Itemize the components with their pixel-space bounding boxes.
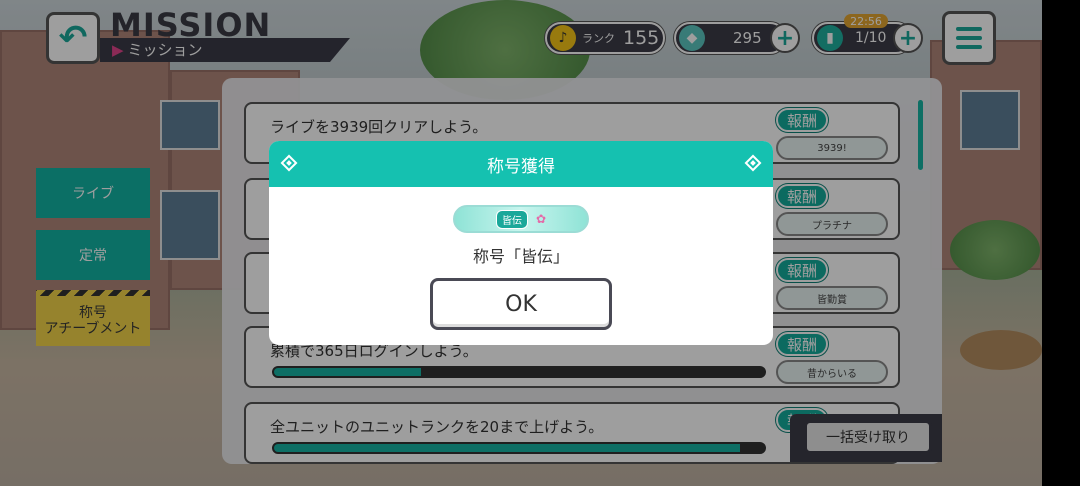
diamond-icon xyxy=(744,154,762,172)
title-acquired-dialog: 称号獲得 皆伝 ✿ 称号「皆伝」 OK xyxy=(269,141,773,345)
diamond-icon xyxy=(280,154,298,172)
dialog-header: 称号獲得 xyxy=(269,141,773,187)
badge-tag: 皆伝 xyxy=(495,209,528,229)
flower-icon: ✿ xyxy=(535,212,547,226)
acquired-title-name: 称号「皆伝」 xyxy=(472,247,569,266)
ok-button[interactable]: OK xyxy=(430,278,612,330)
title-badge: 皆伝 ✿ xyxy=(453,205,589,233)
game-screen: ↶ MISSION ▶ ミッション ♪ ランク 155 ◆ 295 + ▮ 1/1… xyxy=(0,0,1042,486)
dialog-title: 称号獲得 xyxy=(487,156,555,177)
